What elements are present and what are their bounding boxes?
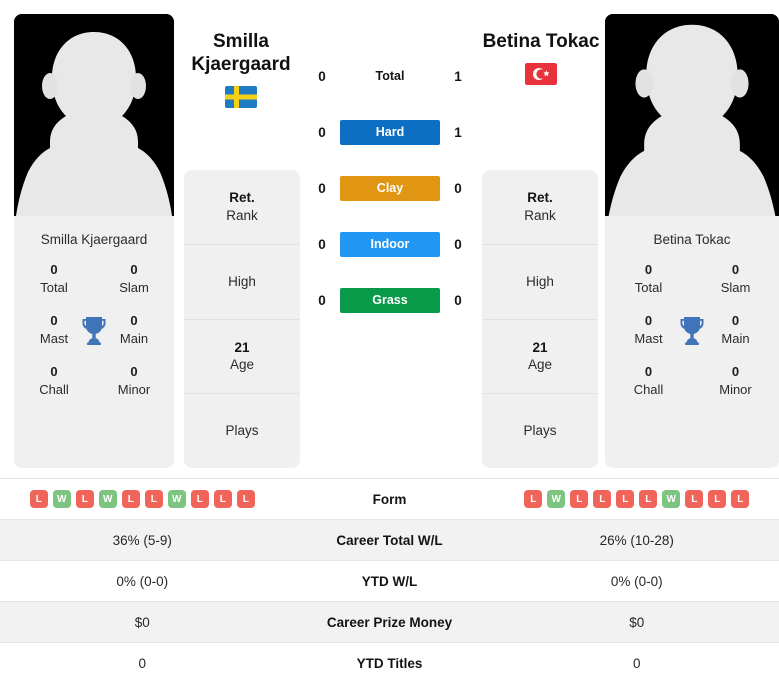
h2h-row-indoor: 0 Indoor 0 — [312, 230, 468, 258]
player-trophy-card-right: Betina Tokac 0 Total 0 Slam 0 Mast 0 Mai… — [605, 216, 779, 468]
surface-badge-indoor: Indoor — [340, 231, 440, 257]
stats-row-career-prize-money: $0 Career Prize Money $0 — [0, 601, 779, 642]
h2h-row-clay: 0 Clay 0 — [312, 174, 468, 202]
sweden-flag-icon — [225, 86, 257, 109]
form-badge-left-0: L — [29, 490, 48, 508]
stats-value-right: 0 — [632, 655, 641, 671]
info-age-left: 21 Age — [184, 320, 300, 395]
stats-label-form: Form — [372, 491, 407, 507]
form-badge-right-5: L — [639, 490, 658, 508]
info-rank-right: Ret. Rank — [482, 170, 598, 245]
trophy-minor-left: 0 Minor — [117, 364, 151, 397]
stats-label-ytd-wl: YTD W/L — [361, 573, 418, 589]
trophy-icon — [82, 316, 106, 345]
stats-label-ytd-titles: YTD Titles — [356, 655, 423, 671]
stats-value-right: $0 — [629, 614, 645, 630]
form-badge-left-4: L — [121, 490, 140, 508]
stats-value-left: $0 — [134, 614, 150, 630]
stats-value-left: 0% (0-0) — [116, 573, 169, 589]
stats-label-career-total-wl: Career Total W/L — [336, 532, 443, 548]
comparison-header: Smilla Kjaergaard 0 Total 0 Slam 0 Mast … — [0, 0, 779, 478]
surface-badge-grass: Grass — [340, 287, 440, 313]
player-name-label-right: Betina Tokac — [653, 232, 731, 247]
form-badge-left-1: W — [52, 490, 71, 508]
trophy-chall-left: 0 Chall — [39, 364, 69, 397]
anonymous-player-avatar-icon — [14, 14, 174, 216]
form-badge-right-6: W — [662, 490, 681, 508]
h2h-row-total: 0 Total 1 — [312, 62, 468, 90]
form-badge-left-9: L — [236, 490, 255, 508]
form-badge-right-1: W — [547, 490, 566, 508]
trophy-slam-left: 0 Slam — [119, 262, 149, 295]
form-badge-right-4: L — [616, 490, 635, 508]
anonymous-player-avatar-icon — [605, 14, 779, 216]
player-info-card-left: Ret. Rank High 21 Age Plays — [184, 170, 300, 468]
trophy-slam-right: 0 Slam — [720, 262, 751, 295]
form-badge-right-0: L — [524, 490, 543, 508]
trophy-main-right: 0 Main — [721, 313, 750, 346]
player-comparison-page: Smilla Kjaergaard 0 Total 0 Slam 0 Mast … — [0, 0, 779, 699]
form-badge-right-3: L — [593, 490, 612, 508]
trophy-minor-right: 0 Minor — [719, 364, 752, 397]
trophy-icon — [680, 316, 704, 345]
trophy-chall-right: 0 Chall — [633, 364, 664, 397]
player-header-left: Smilla Kjaergaard — [166, 30, 316, 109]
form-badge-right-7: L — [685, 490, 704, 508]
turkey-flag-icon — [525, 63, 557, 86]
trophy-grid-right: 0 Total 0 Slam 0 Mast 0 Main 0 Chall 0 M… — [605, 261, 779, 398]
stats-value-left: 0 — [138, 655, 146, 671]
trophy-grid-left: 0 Total 0 Slam 0 Mast 0 Main 0 Chall 0 M… — [14, 261, 174, 398]
stats-label-career-prize-money: Career Prize Money — [326, 614, 453, 630]
player-avatar-left — [14, 14, 174, 216]
trophy-total-right: 0 Total — [634, 262, 663, 295]
stats-value-right: 0% (0-0) — [610, 573, 663, 589]
player-avatar-right — [605, 14, 779, 216]
player-trophy-card-left: Smilla Kjaergaard 0 Total 0 Slam 0 Mast … — [14, 216, 174, 468]
stats-row-ytd-wl: 0% (0-0) YTD W/L 0% (0-0) — [0, 560, 779, 601]
form-badge-left-6: W — [167, 490, 186, 508]
comparison-stats-table: LWLWLLWLLL Form LWLLLLWLLL 36% (5-9) Car… — [0, 478, 779, 683]
player-title-left: Smilla Kjaergaard — [191, 31, 291, 76]
info-plays-right: Plays — [523, 423, 557, 439]
player-title-right: Betina Tokac — [482, 31, 600, 52]
info-high-left: High — [184, 245, 300, 320]
info-age-right: 21 Age — [482, 320, 598, 395]
form-badge-left-7: L — [190, 490, 209, 508]
form-badge-left-2: L — [75, 490, 94, 508]
form-badge-left-8: L — [213, 490, 232, 508]
h2h-row-hard: 0 Hard 1 — [312, 118, 468, 146]
form-badge-right-9: L — [731, 490, 750, 508]
info-high-right: High — [482, 245, 598, 320]
h2h-row-grass: 0 Grass 0 — [312, 286, 468, 314]
info-rank-left: Ret. Rank — [184, 170, 300, 245]
trophy-total-left: 0 Total — [40, 262, 68, 295]
stats-value-left: 36% (5-9) — [112, 532, 172, 548]
form-badge-right-8: L — [708, 490, 727, 508]
info-plays-left: Plays — [225, 423, 259, 439]
surface-badge-total: Total — [375, 69, 405, 83]
form-badges-left: LWLWLLWLLL — [0, 490, 285, 508]
form-badge-right-2: L — [570, 490, 589, 508]
stats-row-career-total-wl: 36% (5-9) Career Total W/L 26% (10-28) — [0, 519, 779, 560]
player-header-right: Betina Tokac — [466, 30, 616, 86]
surface-badge-hard: Hard — [340, 119, 440, 145]
form-badge-left-3: W — [98, 490, 117, 508]
head-to-head-surfaces: 0 Total 1 0 Hard 1 0 Clay 0 0 Indoor 0 0 — [312, 62, 468, 314]
stats-row-form: LWLWLLWLLL Form LWLLLLWLLL — [0, 478, 779, 519]
stats-value-right: 26% (10-28) — [599, 532, 674, 548]
surface-badge-clay: Clay — [340, 175, 440, 201]
player-info-card-right: Ret. Rank High 21 Age Plays — [482, 170, 598, 468]
form-badge-left-5: L — [144, 490, 163, 508]
form-badges-right: LWLLLLWLLL — [495, 490, 779, 508]
player-name-label-left: Smilla Kjaergaard — [40, 232, 148, 247]
stats-row-ytd-titles: 0 YTD Titles 0 — [0, 642, 779, 683]
